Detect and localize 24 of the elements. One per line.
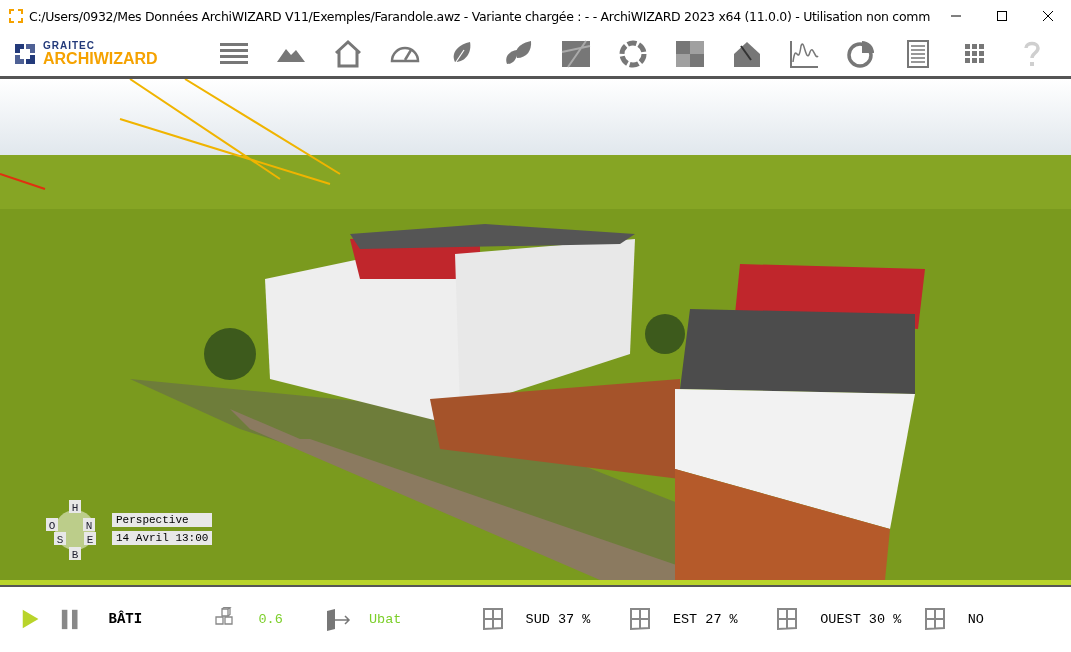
texture-icon[interactable] xyxy=(560,38,592,70)
window-value: EST 27 % xyxy=(672,611,738,627)
door-icon xyxy=(324,607,351,631)
product-name: ARCHIWIZARD xyxy=(43,51,158,67)
tiles-icon[interactable] xyxy=(674,38,706,70)
pie-icon[interactable] xyxy=(845,38,877,70)
mode-label: BÂTI xyxy=(108,611,144,627)
app-icon xyxy=(9,9,23,23)
cubes-value: 0.6 xyxy=(258,611,283,627)
view-label: Perspective xyxy=(112,513,213,527)
compass-drawing[interactable]: H O N S E B xyxy=(44,499,106,561)
window-value: NO xyxy=(967,611,984,627)
door-value: Ubat xyxy=(368,611,402,627)
brand-name: GRAITEC xyxy=(43,41,96,51)
graph-icon[interactable] xyxy=(788,38,820,70)
maximize-icon[interactable] xyxy=(996,10,1008,22)
window-title: C:/Users/0932/Mes Données ArchiWIZARD V11/Exemples/Farandole.awz - Variante chargée : - - ArchiWIZARD 2023 x64 (11.0.0) - Utilisation non comm xyxy=(29,8,932,24)
date-label: 14 Avril 13:00 xyxy=(112,531,213,545)
window-value: SUD 37 % xyxy=(525,611,591,627)
house-icon[interactable] xyxy=(332,38,364,70)
close-icon[interactable] xyxy=(1042,10,1054,22)
window-value: OUEST 30 % xyxy=(820,611,902,627)
logo-icon xyxy=(12,41,38,67)
ring-icon[interactable] xyxy=(617,38,649,70)
